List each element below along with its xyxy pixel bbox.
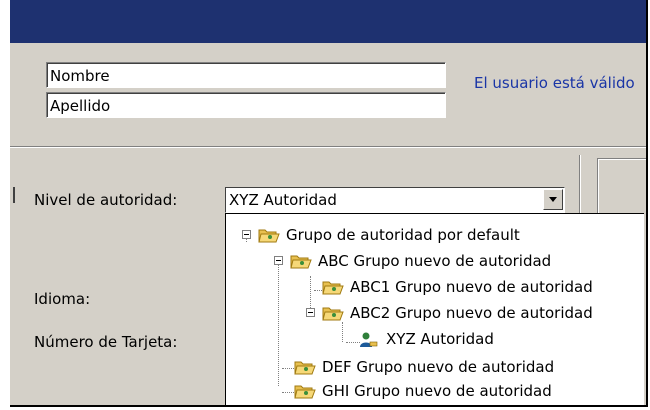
tree-item-label: ABC Grupo nuevo de autoridad xyxy=(318,252,552,270)
authority-label: Nivel de autoridad: xyxy=(34,191,178,209)
chevron-down-icon[interactable] xyxy=(543,189,563,210)
tree-item-label: ABC1 Grupo nuevo de autoridad xyxy=(350,278,593,296)
tree-item-label: XYZ Autoridad xyxy=(386,330,494,348)
language-label: Idioma: xyxy=(34,290,91,308)
tree-item[interactable]: Grupo de autoridad por default xyxy=(226,224,636,246)
collapse-icon[interactable] xyxy=(274,256,283,265)
tree-item[interactable]: ABC Grupo nuevo de autoridad xyxy=(226,250,636,272)
last-name-field[interactable]: Apellido xyxy=(46,92,446,118)
tree-item[interactable]: DEF Grupo nuevo de autoridad xyxy=(226,356,636,378)
tree-item-label: GHI Grupo nuevo de autoridad xyxy=(322,382,552,400)
tree-item-label: Grupo de autoridad por default xyxy=(286,226,520,244)
last-name-value: Apellido xyxy=(50,97,111,115)
tree-item[interactable]: XYZ Autoridad xyxy=(226,328,636,350)
folder-group-icon xyxy=(294,361,316,375)
title-bar xyxy=(10,0,646,43)
folder-group-icon xyxy=(322,281,344,295)
tree-item[interactable]: ABC1 Grupo nuevo de autoridad xyxy=(226,276,636,298)
folder-group-icon xyxy=(290,255,312,269)
tree-item-label: DEF Grupo nuevo de autoridad xyxy=(322,358,555,376)
authority-tree-dropdown[interactable]: Grupo de autoridad por default ABC Grupo… xyxy=(225,213,644,405)
dialog-window: Nombre Apellido El usuario está válido N… xyxy=(10,0,648,407)
separator-highlight xyxy=(10,147,646,148)
edge-marker xyxy=(13,187,15,203)
card-number-label: Número de Tarjeta: xyxy=(34,333,178,351)
first-name-field[interactable]: Nombre xyxy=(46,62,446,88)
folder-group-icon xyxy=(258,229,280,243)
user-authority-icon xyxy=(360,332,378,347)
first-name-value: Nombre xyxy=(50,67,110,85)
tree-item[interactable]: ABC2 Grupo nuevo de autoridad xyxy=(226,302,636,324)
user-status-text: El usuario está válido xyxy=(474,74,635,92)
collapse-icon[interactable] xyxy=(242,230,251,239)
authority-combobox[interactable]: XYZ Autoridad xyxy=(225,187,565,213)
authority-selected-value: XYZ Autoridad xyxy=(229,191,337,209)
tree-item[interactable]: GHI Grupo nuevo de autoridad xyxy=(226,380,636,402)
collapse-icon[interactable] xyxy=(306,308,315,317)
folder-group-icon xyxy=(322,307,344,321)
tree-item-label: ABC2 Grupo nuevo de autoridad xyxy=(350,304,593,322)
folder-group-icon xyxy=(294,385,316,399)
